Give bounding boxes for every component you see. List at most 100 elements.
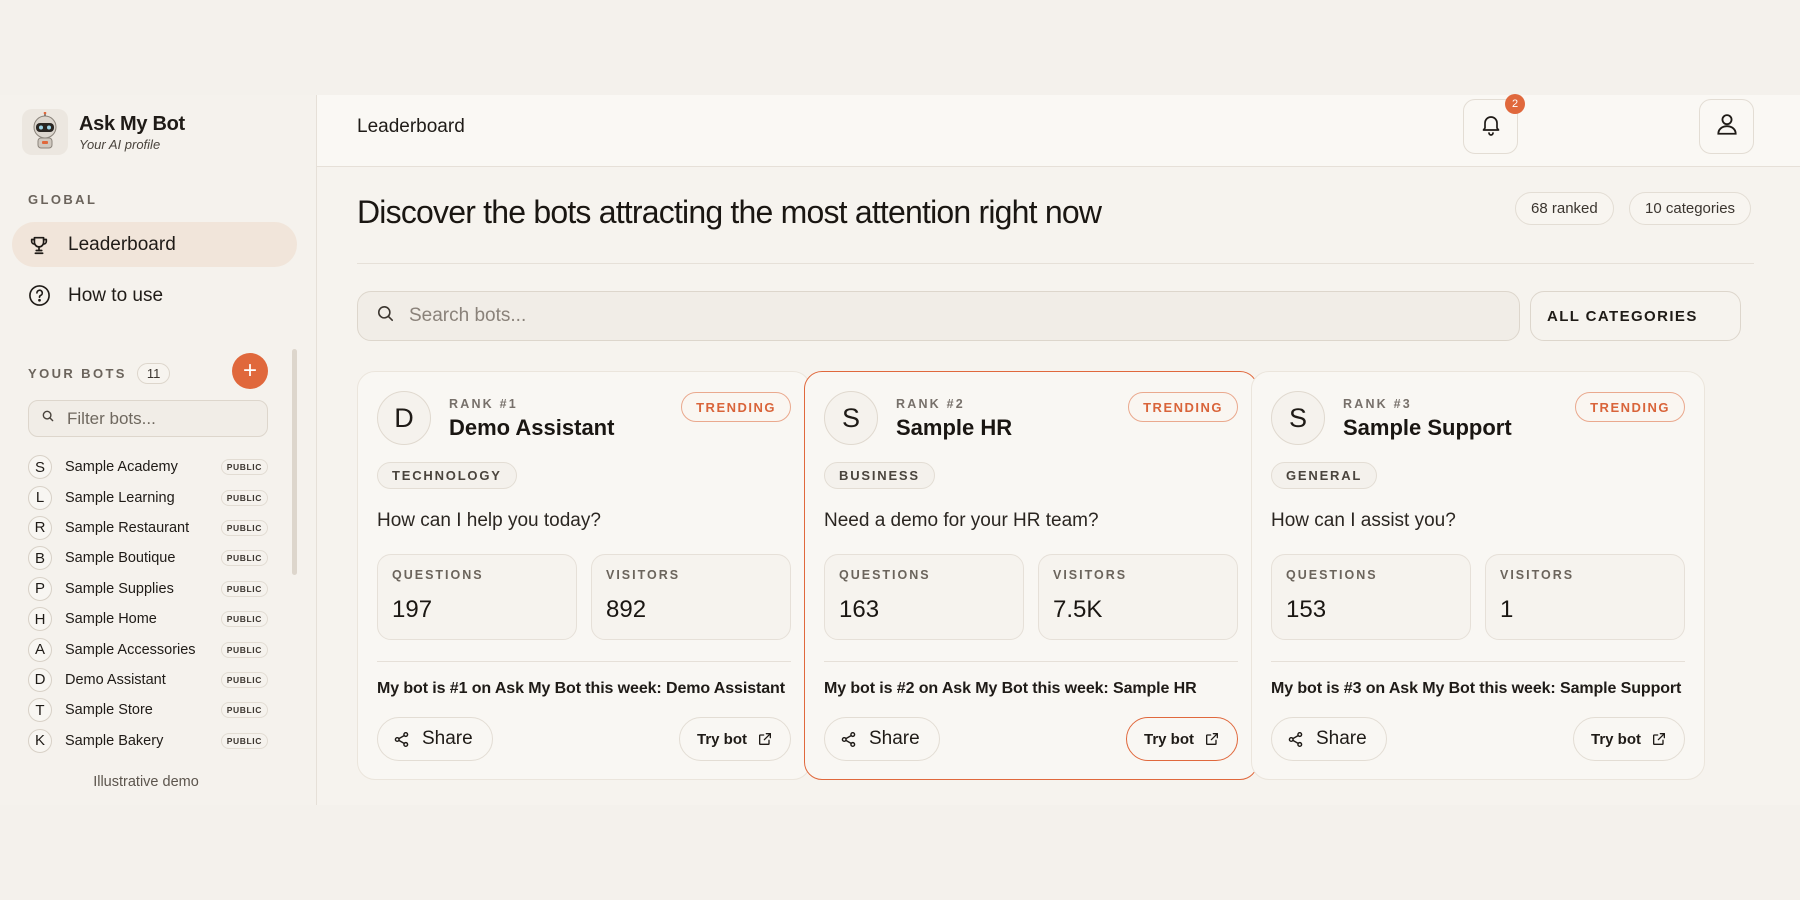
bot-name: Sample Bakery [65, 732, 164, 749]
bot-name: Sample Academy [65, 459, 178, 476]
bot-list-item[interactable]: B Sample Boutique PUBLIC [28, 543, 268, 573]
sidebar-scrollbar[interactable] [292, 349, 297, 575]
bot-name: Demo Assistant [65, 671, 166, 688]
bot-card-title[interactable]: Sample Support [1343, 415, 1512, 441]
notifications-button[interactable]: 2 [1463, 94, 1525, 154]
card-divider [377, 661, 791, 662]
bot-avatar: D [377, 391, 431, 445]
bot-list-item[interactable]: R Sample Restaurant PUBLIC [28, 513, 268, 543]
trending-badge: TRENDING [681, 392, 791, 422]
external-link-icon [1651, 731, 1667, 747]
share-button-label: Share [869, 728, 920, 749]
share-button[interactable]: Share [377, 717, 493, 761]
metric-label: QUESTIONS [392, 568, 484, 582]
brand[interactable]: Ask My Bot Your AI profile [22, 109, 185, 155]
bot-name: Sample Home [65, 611, 157, 628]
metric-label: QUESTIONS [839, 568, 931, 582]
metric-label: VISITORS [1500, 568, 1575, 582]
questions-value: 163 [839, 596, 880, 623]
visitors-value: 7.5K [1053, 596, 1103, 623]
share-icon [1287, 731, 1304, 748]
try-bot-button[interactable]: Try bot [1572, 717, 1685, 761]
bot-card[interactable]: D RANK #1 Demo Assistant TRENDING TECHNOLOGY… [357, 371, 811, 780]
visitors-value: 1 [1500, 596, 1514, 623]
bot-initial-avatar: B [28, 546, 52, 571]
public-badge: PUBLIC [220, 519, 268, 536]
bot-name: Sample Learning [65, 489, 175, 506]
public-badge: PUBLIC [220, 702, 268, 719]
public-badge: PUBLIC [220, 611, 268, 628]
bot-card[interactable]: S RANK #3 Sample Support TRENDING GENERAL How… [1251, 371, 1705, 780]
user-icon [1714, 111, 1740, 142]
app-subtitle: Your AI profile [79, 136, 161, 152]
bot-list-item[interactable]: K Sample Bakery PUBLIC [28, 726, 268, 756]
app-title: Ask My Bot [79, 112, 185, 135]
external-link-icon [1204, 731, 1220, 747]
bot-name: Sample Supplies [65, 580, 174, 597]
bot-initial-avatar: P [28, 576, 52, 601]
external-link-icon [757, 731, 773, 747]
demo-note: Illustrative demo [93, 774, 199, 790]
trending-badge: TRENDING [1128, 392, 1238, 422]
share-button-label: Share [1316, 728, 1367, 749]
bell-icon [1479, 112, 1503, 141]
share-message: My bot is #3 on Ask My Bot this week: Sa… [1271, 680, 1682, 697]
rank-label: RANK #3 [1343, 397, 1412, 411]
categories-count-pill: 10 categories [1629, 192, 1752, 225]
share-button-label: Share [422, 728, 473, 749]
trending-badge: TRENDING [1575, 392, 1685, 422]
bot-list-item[interactable]: A Sample Accessories PUBLIC [28, 634, 268, 664]
bot-list-item[interactable]: L Sample Learning PUBLIC [28, 482, 268, 512]
category-filter-select[interactable]: ALL CATEGORIES [1530, 291, 1741, 341]
share-message: My bot is #1 on Ask My Bot this week: De… [377, 680, 785, 697]
filter-bots-input[interactable] [67, 408, 257, 429]
bot-list-item[interactable]: P Sample Supplies PUBLIC [28, 574, 268, 604]
bot-card-title[interactable]: Sample HR [896, 415, 1012, 441]
visitors-metric: VISITORS 1 [1485, 554, 1685, 640]
sidebar-item-label: Leaderboard [68, 233, 176, 255]
global-section-label: GLOBAL [28, 192, 98, 207]
help-circle-icon [27, 284, 51, 308]
bot-card-title[interactable]: Demo Assistant [449, 415, 614, 441]
visitors-value: 892 [606, 596, 647, 623]
bot-avatar: S [1271, 391, 1325, 445]
bot-initial-avatar: D [28, 667, 52, 692]
bot-prompt: How can I assist you? [1271, 510, 1456, 531]
bot-list-item[interactable]: S Sample Academy PUBLIC [28, 452, 268, 482]
trophy-icon [27, 233, 51, 257]
add-bot-button[interactable]: + [232, 353, 268, 389]
public-badge: PUBLIC [220, 550, 268, 567]
bot-initial-avatar: R [28, 515, 52, 540]
bot-card[interactable]: S RANK #2 Sample HR TRENDING BUSINESS Need a … [804, 371, 1258, 780]
bot-name: Sample Boutique [65, 550, 176, 567]
bot-initial-avatar: A [28, 637, 52, 662]
try-bot-button[interactable]: Try bot [1125, 717, 1238, 761]
search-icon [376, 304, 395, 328]
visitors-metric: VISITORS 7.5K [1038, 554, 1238, 640]
bot-prompt: How can I help you today? [377, 510, 601, 531]
search-icon [41, 409, 55, 428]
try-bot-label: Try bot [1590, 730, 1641, 748]
questions-metric: QUESTIONS 153 [1271, 554, 1471, 640]
try-bot-button[interactable]: Try bot [678, 717, 791, 761]
profile-button[interactable] [1699, 99, 1754, 154]
bot-initial-avatar: K [28, 728, 52, 753]
ranked-count-pill: 68 ranked [1515, 192, 1614, 225]
page-headline: Discover the bots attracting the most at… [357, 194, 1102, 230]
share-button[interactable]: Share [1271, 717, 1387, 761]
filter-bots-field[interactable] [28, 400, 268, 437]
category-badge: TECHNOLOGY [377, 462, 517, 489]
search-bots-input[interactable] [409, 305, 1489, 327]
share-button[interactable]: Share [824, 717, 940, 761]
public-badge: PUBLIC [220, 489, 268, 506]
public-badge: PUBLIC [220, 732, 268, 749]
breadcrumb: Leaderboard [357, 116, 465, 137]
bot-list-item[interactable]: H Sample Home PUBLIC [28, 604, 268, 634]
bot-name: Sample Restaurant [65, 519, 190, 536]
bot-list-item[interactable]: T Sample Store PUBLIC [28, 695, 268, 725]
sidebar-item-leaderboard[interactable]: Leaderboard [12, 222, 297, 267]
sidebar-item-how-to-use[interactable]: How to use [12, 273, 297, 318]
bot-list-item[interactable]: D Demo Assistant PUBLIC [28, 665, 268, 695]
bot-initial-avatar: L [28, 485, 52, 510]
search-bots-field[interactable] [357, 291, 1520, 341]
